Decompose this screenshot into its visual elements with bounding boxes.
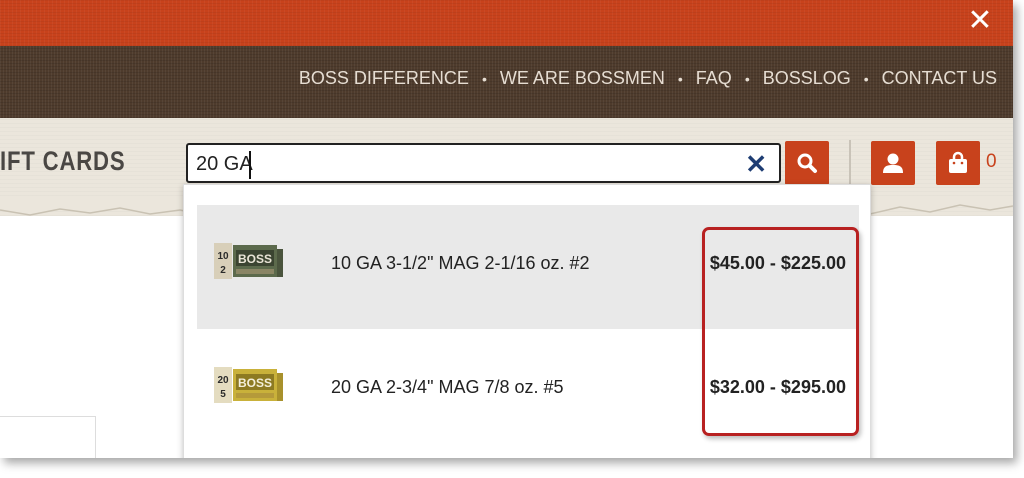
user-icon [883, 153, 903, 173]
search-icon [797, 153, 817, 173]
result-product-name: 10 GA 3-1/2" MAG 2-1/16 oz. #2 [331, 253, 590, 273]
nav-link-boss-difference[interactable]: BOSS DIFFERENCE [299, 68, 469, 89]
search-box: ✕ [186, 143, 781, 183]
nav-links: BOSS DIFFERENCE • WE ARE BOSSMEN • FAQ •… [299, 68, 997, 89]
shopping-bag-icon [949, 151, 967, 173]
nav-link-contact-us[interactable]: CONTACT US [882, 68, 997, 89]
nav-link-faq[interactable]: FAQ [696, 68, 732, 89]
main-navigation: BOSS DIFFERENCE • WE ARE BOSSMEN • FAQ •… [0, 46, 1013, 118]
browser-viewport: ✕ BOSS DIFFERENCE • WE ARE BOSSMEN • FAQ… [0, 0, 1013, 458]
svg-text:20: 20 [217, 375, 229, 386]
account-button[interactable] [871, 141, 915, 185]
svg-text:5: 5 [220, 389, 226, 400]
product-thumbnail: 20 5 BOSS [214, 367, 283, 403]
header-divider [849, 140, 851, 186]
result-product-name: 20 GA 2-3/4" MAG 7/8 oz. #5 [331, 377, 564, 397]
svg-text:BOSS: BOSS [238, 252, 272, 266]
nav-separator: • [863, 70, 869, 87]
top-banner: ✕ [0, 0, 1013, 46]
nav-separator: • [677, 70, 683, 87]
svg-text:BOSS: BOSS [238, 376, 272, 390]
search-input[interactable] [196, 151, 726, 177]
nav-separator: • [744, 70, 750, 87]
nav-item-gift-cards[interactable]: IFT CARDS [0, 146, 125, 177]
price-highlight-annotation [702, 227, 859, 436]
nav-separator: • [481, 70, 487, 87]
content-panel [0, 416, 96, 458]
product-thumbnail: 10 2 BOSS [214, 243, 283, 279]
cart-button[interactable] [936, 141, 980, 185]
text-cursor [249, 151, 251, 179]
nav-link-we-are-bossmen[interactable]: WE ARE BOSSMEN [500, 68, 665, 89]
svg-text:10: 10 [217, 251, 229, 262]
close-icon[interactable]: ✕ [965, 6, 995, 36]
cart-count: 0 [986, 151, 997, 172]
nav-link-bosslog[interactable]: BOSSLOG [763, 68, 851, 89]
search-button[interactable] [785, 141, 829, 185]
close-icon[interactable]: ✕ [745, 149, 767, 180]
svg-text:2: 2 [220, 265, 226, 276]
